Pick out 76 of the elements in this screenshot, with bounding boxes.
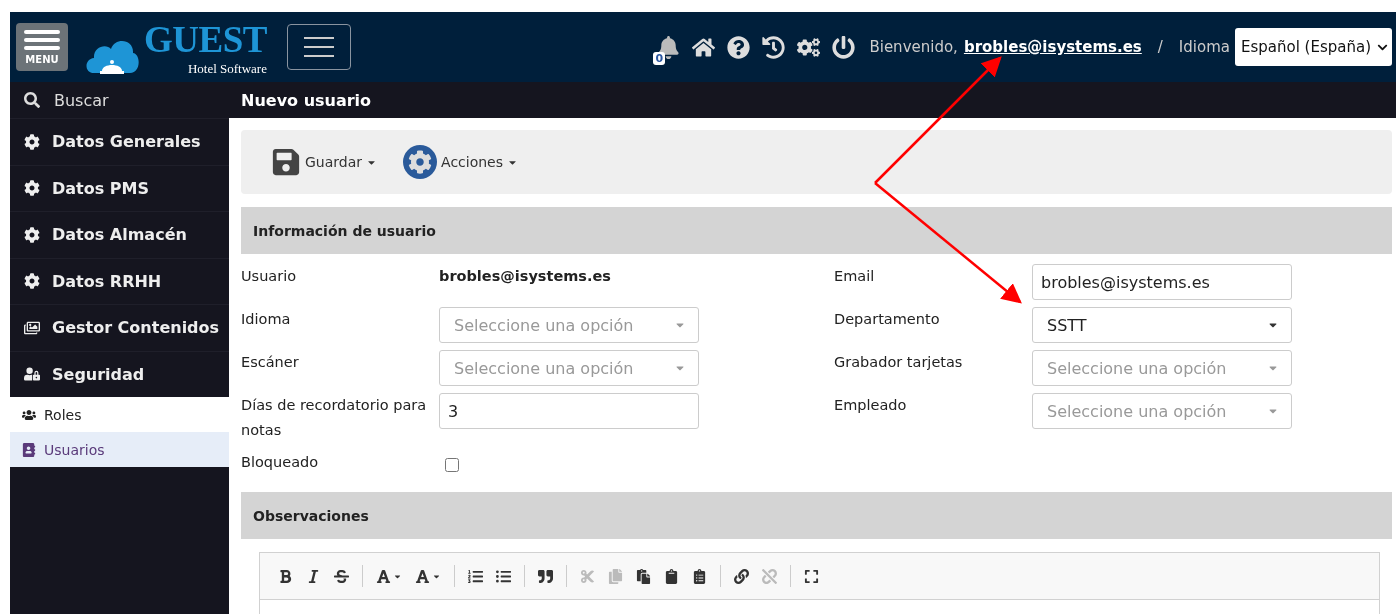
paste-icon <box>636 568 651 584</box>
select-field[interactable]: SSTT <box>1032 307 1292 343</box>
field-label: Idioma <box>241 310 292 329</box>
menu-button[interactable]: MENU <box>16 23 68 71</box>
text-color-button[interactable] <box>376 568 402 584</box>
input-field[interactable]: 3 <box>439 393 699 429</box>
field-label: Departamento <box>834 310 941 329</box>
strikethrough-icon <box>334 568 349 584</box>
background-color-icon <box>415 568 430 584</box>
field-label: Grabador tarjetas <box>834 353 964 372</box>
bullet-list-icon <box>496 568 511 584</box>
notification-count: 0 <box>653 51 666 65</box>
sidebar-item[interactable]: Gestor Contenidos <box>10 304 229 351</box>
field-label: Empleado <box>834 396 908 415</box>
user-link[interactable]: brobles@isystems.es <box>963 38 1142 56</box>
page-title: Nuevo usuario <box>229 82 1396 118</box>
images-icon <box>24 319 40 336</box>
logo-subtitle: Hotel Software <box>187 60 267 77</box>
sidebar-item[interactable]: Datos PMS <box>10 164 229 211</box>
actions-button[interactable]: Acciones <box>403 145 518 179</box>
save-button[interactable]: Guardar <box>271 147 378 177</box>
language-label: Idioma <box>1178 38 1230 56</box>
field-label: Escáner <box>241 353 300 372</box>
quote-button[interactable] <box>538 568 553 584</box>
paste-word-button[interactable] <box>692 568 707 584</box>
unlink-icon <box>762 568 777 584</box>
numbered-list-icon <box>468 568 483 584</box>
section-header: Observaciones <box>241 492 1392 539</box>
sidebar-item[interactable]: Datos RRHH <box>10 257 229 304</box>
checkbox[interactable] <box>445 458 459 472</box>
input-field[interactable]: brobles@isystems.es <box>1032 264 1292 300</box>
contact-book-icon <box>22 442 36 457</box>
quote-icon <box>538 568 553 584</box>
field-label: Días de recordatorio para notas <box>241 396 428 440</box>
separator-text: / <box>1157 38 1163 56</box>
bold-button[interactable] <box>278 568 293 584</box>
copy-icon <box>608 568 623 584</box>
gear-icon <box>24 180 40 197</box>
field-label: Email <box>834 267 876 286</box>
gear-icon <box>24 133 40 150</box>
bold-icon <box>278 568 293 584</box>
search-item[interactable]: Buscar <box>10 82 229 118</box>
search-icon <box>24 92 40 108</box>
scissors-icon <box>580 568 595 584</box>
text-color-icon <box>376 568 391 584</box>
language-select[interactable]: Español (España) <box>1234 28 1392 66</box>
numbered-list-button[interactable] <box>468 568 483 584</box>
italic-icon <box>306 568 321 584</box>
sidebar-item[interactable]: Datos Generales <box>10 118 229 165</box>
gear-icon <box>403 145 438 179</box>
gear-icon <box>24 273 40 290</box>
background-color-button[interactable] <box>415 568 441 584</box>
welcome-text: Bienvenido, <box>869 38 958 56</box>
sidebar-subitem[interactable]: Usuarios <box>10 432 229 467</box>
paste-text-icon <box>664 568 679 584</box>
maximize-icon <box>804 568 819 584</box>
paste-text-button[interactable] <box>664 568 679 584</box>
field-label: Usuario <box>241 267 298 286</box>
users-icon <box>22 407 36 422</box>
user-icon <box>24 366 40 383</box>
strikethrough-button[interactable] <box>334 568 349 584</box>
bullet-list-button[interactable] <box>496 568 511 584</box>
sidebar-subitem[interactable]: Roles <box>10 397 229 432</box>
logo-title: GUEST <box>144 17 267 61</box>
paste-word-icon <box>692 568 707 584</box>
maximize-button[interactable] <box>804 568 819 584</box>
paste-button[interactable] <box>636 568 651 584</box>
user-value: brobles@isystems.es <box>439 267 611 286</box>
italic-button[interactable] <box>306 568 321 584</box>
link-button[interactable] <box>734 568 749 584</box>
gear-icon <box>24 226 40 243</box>
sidebar-toggle-button[interactable] <box>286 24 351 70</box>
field-label: Bloqueado <box>241 453 320 472</box>
sidebar-item[interactable]: Datos Almacén <box>10 211 229 258</box>
section-header: Información de usuario <box>241 207 1392 254</box>
link-icon <box>734 568 749 584</box>
